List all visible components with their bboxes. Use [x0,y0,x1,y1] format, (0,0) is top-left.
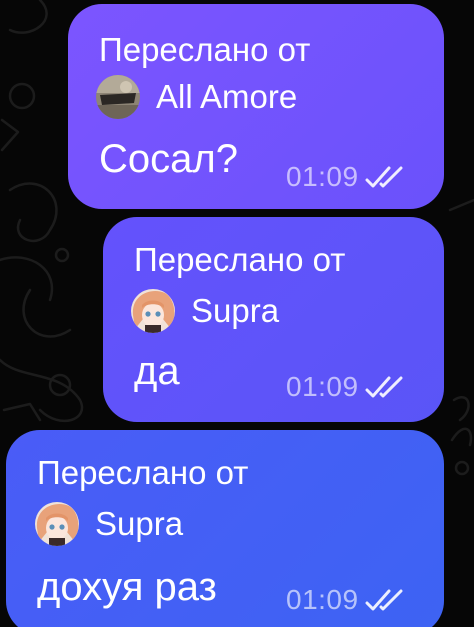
double-check-icon [365,589,403,611]
double-check-icon [365,166,403,188]
double-check-icon [365,376,403,398]
forwarded-label: Переслано от [134,241,346,278]
forwarded-sender[interactable]: Supra [131,289,279,333]
forwarded-sender[interactable]: Supra [35,502,183,546]
chat-view[interactable]: Переслано от All Amore Сосал? 01:09 Пере… [0,0,474,627]
message-meta: 01:09 [286,162,405,192]
forwarded-label: Переслано от [99,31,311,68]
sender-name: Supra [191,292,280,329]
message-bubble[interactable]: Переслано от Supra дохуя раз 01:09 [6,430,444,627]
message-text: да [134,349,180,393]
message-meta: 01:09 [286,372,405,402]
user-photo-avatar-icon [96,75,140,119]
message-time: 01:09 [286,371,359,402]
anime-girl-avatar-icon [35,502,79,546]
forwarded-label: Переслано от [37,454,249,491]
message-time: 01:09 [286,584,359,615]
message-text: дохуя раз [37,565,217,609]
anime-girl-avatar-icon [131,289,175,333]
sender-name: Supra [95,505,184,542]
forwarded-sender[interactable]: All Amore [96,75,297,119]
message-bubble[interactable]: Переслано от Supra да 01:09 [103,217,444,422]
message-meta: 01:09 [286,585,405,615]
sender-name: All Amore [156,78,298,115]
message-text: Сосал? [99,137,238,181]
message-bubble[interactable]: Переслано от All Amore Сосал? 01:09 [68,4,444,209]
message-time: 01:09 [286,161,359,192]
